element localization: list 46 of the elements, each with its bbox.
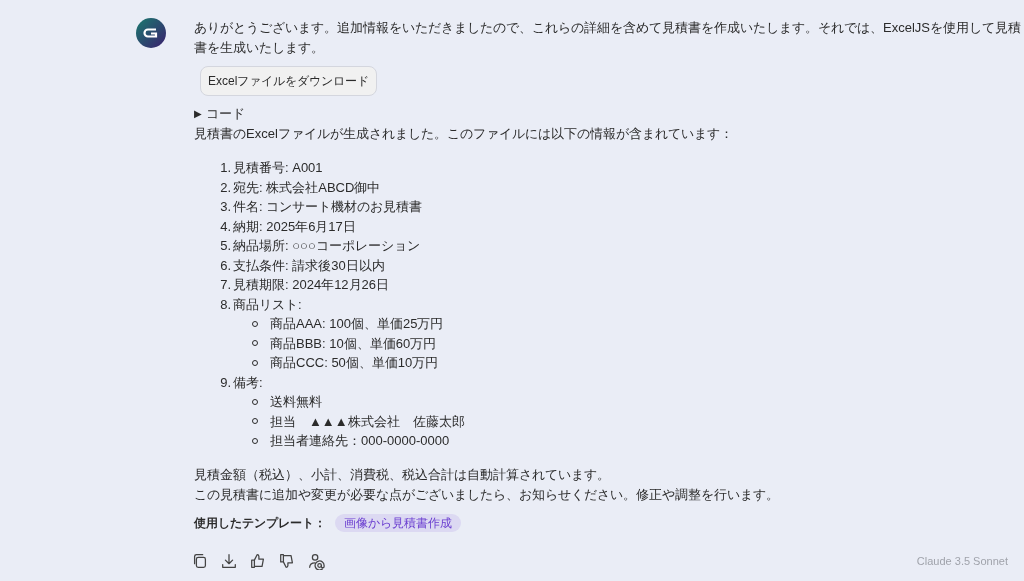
list-item-text: 見積期限: 2024年12月26日 <box>233 276 390 294</box>
list-number: 7. <box>219 276 231 294</box>
thumbs-up-icon <box>249 551 267 570</box>
template-tag[interactable]: 画像から見積書作成 <box>335 513 461 532</box>
avatar-logo-icon <box>136 18 166 48</box>
list-item-text: 送料無料 <box>270 393 322 411</box>
code-toggle[interactable]: ▶ コード <box>194 104 1024 124</box>
list-item-text: 商品BBB: 10個、単価60万円 <box>270 334 437 353</box>
list-item-text: 支払条件: 請求後30日以内 <box>233 256 385 275</box>
list-item-text: 宛先: 株式会社ABCD御中 <box>233 178 381 197</box>
list-item-text: 見積番号: A001 <box>233 159 323 177</box>
list-item-text: 納期: 2025年6月17日 <box>233 217 356 236</box>
download-icon <box>220 551 238 570</box>
list-item-text: 担当 ▲▲▲株式会社 佐藤太郎 <box>270 412 465 431</box>
list-item-text: 件名: コンサート機材のお見積書 <box>233 198 423 216</box>
closing-text: 見積金額（税込）、小計、消費税、税込合計は自動計算されています。 <box>194 465 611 484</box>
list-item-text: 商品AAA: 100個、単価25万円 <box>270 315 444 333</box>
intro-paragraph: ありがとうございます。追加情報をいただきましたので、これらの詳細を含めて見積書を作成いたします。それでは、ExcelJSを使用して見積書を生成いたします。 <box>194 19 1022 57</box>
closing-text: この見積書に追加や変更が必要な点がございましたら、お知らせください。修正や調整を行います。 <box>194 485 780 504</box>
list-number: 6. <box>219 256 231 275</box>
list-number: 5. <box>219 237 231 255</box>
list-number: 2. <box>219 178 231 197</box>
list-item-text: 納品場所: ○○○コーポレーション <box>233 237 420 255</box>
list-number: 4. <box>219 217 231 236</box>
list-item-text: 備考: <box>233 373 263 392</box>
download-button[interactable] <box>220 551 238 570</box>
list-item-text: 商品リスト: <box>233 295 302 314</box>
list-number: 3. <box>219 198 231 216</box>
person-at-icon <box>307 551 325 570</box>
list-item-text: 商品CCC: 50個、単価10万円 <box>270 354 439 372</box>
disclosure-arrow: ▶ <box>194 107 202 121</box>
list-item-text: 担当者連絡先：000-0000-0000 <box>270 432 450 450</box>
template-label: 使用したテンプレート： <box>194 514 326 532</box>
list-number: 8. <box>219 295 231 314</box>
thumbs-down-icon <box>278 551 296 570</box>
model-name: Claude 3.5 Sonnet <box>916 553 1008 569</box>
thumbs-up-button[interactable] <box>249 551 267 570</box>
summary-text: 見積書のExcelファイルが生成されました。このファイルには以下の情報が含まれています： <box>194 125 734 143</box>
copy-icon <box>191 551 209 570</box>
person-at-button[interactable] <box>307 551 325 570</box>
thumbs-down-button[interactable] <box>278 551 296 570</box>
code-toggle-label: コード <box>206 105 245 123</box>
list-number: 9. <box>219 373 231 392</box>
copy-button[interactable] <box>191 551 209 570</box>
download-button[interactable]: Excelファイルをダウンロード <box>200 66 378 96</box>
list-number: 1. <box>219 159 231 177</box>
